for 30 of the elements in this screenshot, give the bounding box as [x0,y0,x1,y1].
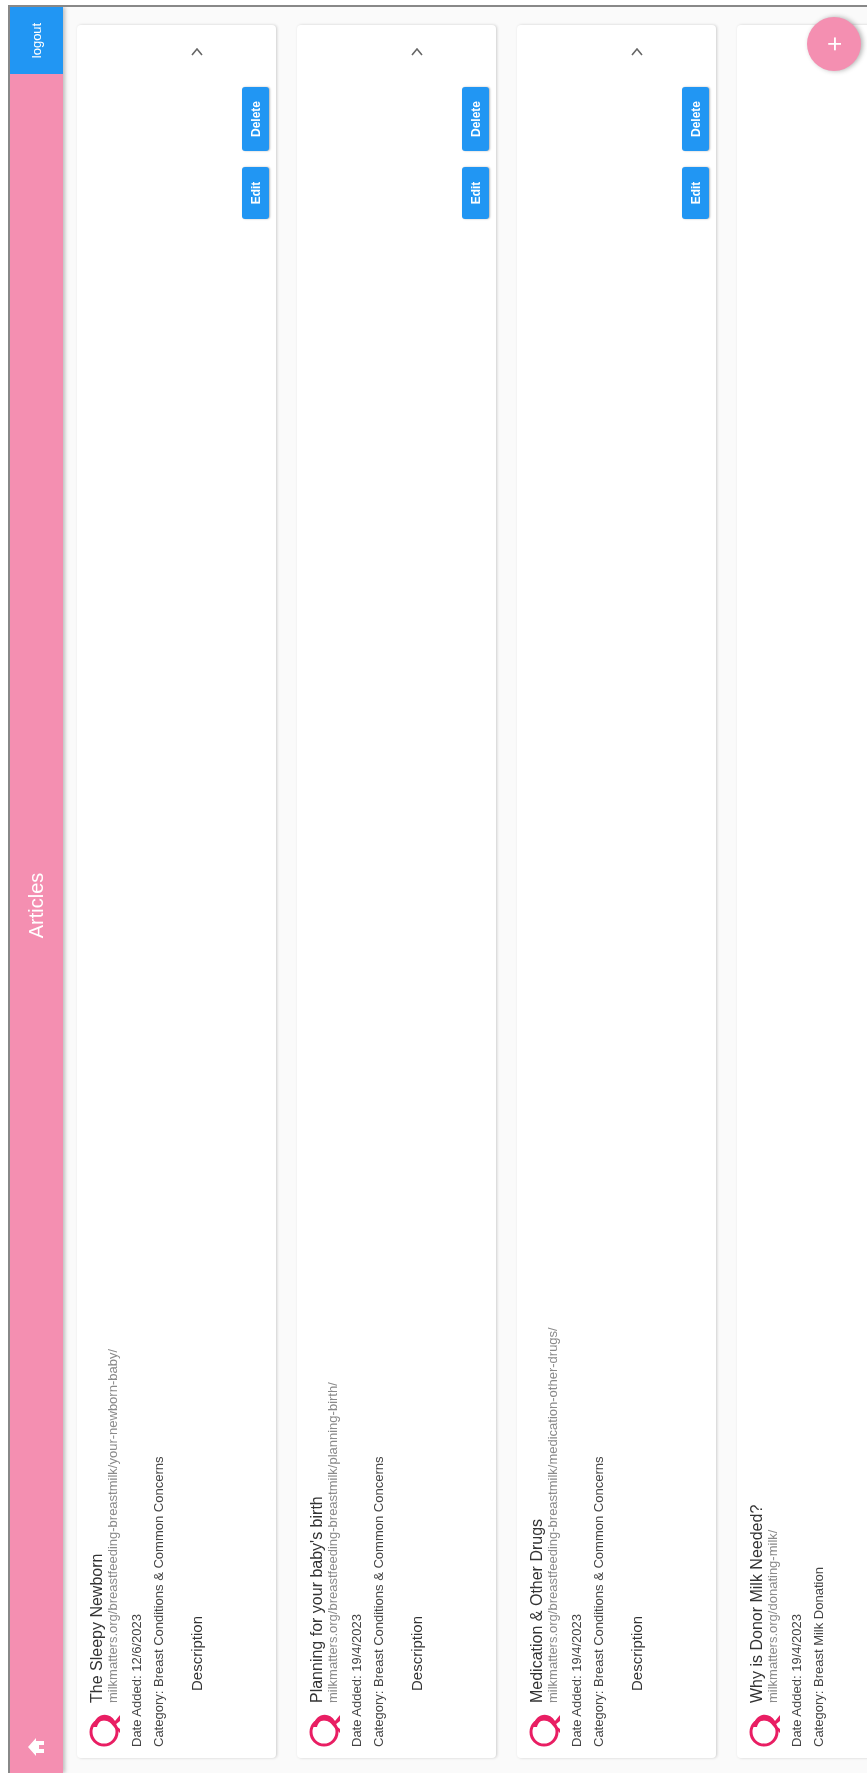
article-category: Category: Breast Conditions & Common Concerns [151,1455,166,1747]
edit-button[interactable]: Edit [462,167,489,219]
date-added: Date Added: 19/4/2023 [789,1613,804,1747]
description-label[interactable]: Description [408,1615,425,1691]
article-url: milkmatters.org/breastfeeding-breastmilk/planning-birth/ [325,1382,340,1703]
description-label[interactable]: Description [628,1615,645,1691]
article-title: The Sleepy Newborn [88,1552,105,1703]
article-url: milkmatters.org/donating-milk/ [765,1528,780,1703]
article-category: Category: Breast Conditions & Common Concerns [591,1455,606,1747]
article-url: milkmatters.org/breastfeeding-breastmilk/your-newborn-baby/ [105,1348,120,1703]
article-title: Planning for your baby's birth [308,1495,325,1703]
edit-button[interactable]: Edit [242,167,269,219]
chevron-icon[interactable] [189,47,204,57]
chevron-icon[interactable] [409,47,424,57]
chevron-icon[interactable] [629,47,644,57]
article-title: Medication & Other Drugs [528,1517,545,1703]
edit-button[interactable]: Edit [682,167,709,219]
date-added: Date Added: 19/4/2023 [569,1613,584,1747]
logout-button[interactable]: logout [10,9,63,74]
date-added: Date Added: 12/6/2023 [129,1613,144,1747]
description-label[interactable]: Description [188,1615,205,1691]
page-title: Articles [25,872,48,939]
article-category: Category: Breast Conditions & Common Concerns [371,1455,386,1747]
delete-button[interactable]: Delete [462,87,489,151]
date-added: Date Added: 19/4/2023 [349,1613,364,1747]
article-url: milkmatters.org/breastfeeding-breastmilk/medication-other-drugs/ [545,1327,560,1703]
article-category: Category: Breast Milk Donation [811,1566,826,1747]
delete-button[interactable]: Delete [682,87,709,151]
article-title: Why is Donor Milk Needed? [748,1504,765,1703]
delete-button[interactable]: Delete [242,87,269,151]
